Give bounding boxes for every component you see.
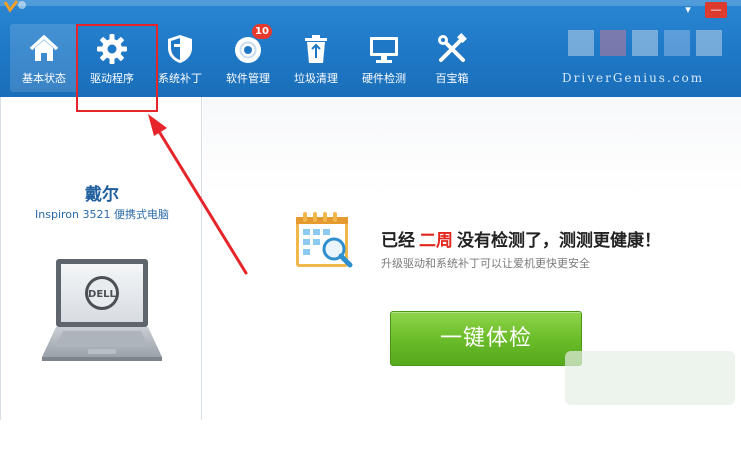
- device-info-panel: 戴尔 Inspiron 3521 便携式电脑 DELL: [0, 97, 202, 420]
- one-click-check-button[interactable]: 一键体检: [390, 311, 582, 366]
- toolbar-item-label: 基本状态: [22, 72, 66, 85]
- toolbar-item-label: 系统补丁: [158, 72, 202, 85]
- toolbar-item-label: 垃圾清理: [294, 72, 338, 85]
- update-count-badge: 10: [252, 24, 272, 39]
- toolbar-item-basic-status[interactable]: 基本状态: [10, 24, 78, 92]
- window-menu-button[interactable]: ▾: [677, 2, 699, 18]
- laptop-image: DELL: [42, 259, 162, 361]
- toolbar-item-junk-cleanup[interactable]: 垃圾清理: [282, 24, 350, 92]
- blur-block: [632, 30, 658, 56]
- app-logo-icon: [3, 0, 26, 13]
- headline-suffix: 没有检测了，测测更健康！: [457, 231, 661, 251]
- device-brand: 戴尔: [85, 185, 119, 205]
- toolbar-item-toolbox[interactable]: 百宝箱: [418, 24, 486, 92]
- blur-block: [696, 30, 722, 56]
- toolbar-item-hardware-detection[interactable]: 硬件检测: [350, 24, 418, 92]
- toolbar-sheen: [0, 0, 741, 6]
- tools-icon: [438, 33, 467, 62]
- svg-text:DELL: DELL: [88, 289, 117, 300]
- status-subline: 升级驱动和系统补丁可以让爱机更快更安全: [381, 257, 590, 270]
- bottom-margin: [0, 420, 741, 450]
- annotation-highlight-box: [76, 24, 158, 112]
- recycle-bin-icon: [305, 35, 327, 63]
- toolbar-item-label: 百宝箱: [435, 72, 469, 85]
- home-icon: [29, 35, 59, 61]
- status-headline: 已经 二周 没有检测了，测测更健康！: [381, 226, 661, 251]
- headline-prefix: 已经: [381, 231, 415, 251]
- toolbar-item-label: 软件管理: [226, 72, 270, 85]
- blur-block: [664, 30, 690, 56]
- site-name: DriverGenius.com: [562, 71, 705, 85]
- window-controls: ▾ —: [677, 2, 727, 18]
- shield-icon: [168, 35, 192, 63]
- brand-logo-blurred: [568, 30, 728, 68]
- device-model: Inspiron 3521 便携式电脑: [35, 208, 169, 221]
- blur-block: [568, 30, 594, 56]
- window-close-button[interactable]: —: [705, 2, 727, 18]
- blur-block: [600, 30, 626, 56]
- monitor-icon: [370, 37, 398, 63]
- calendar-search-icon: [296, 212, 353, 268]
- status-panel: 已经 二周 没有检测了，测测更健康！ 升级驱动和系统补丁可以让爱机更快更安全 一键体…: [203, 97, 741, 420]
- headline-highlight: 二周: [419, 231, 453, 251]
- toolbar-item-software-manager[interactable]: 10 软件管理: [214, 24, 282, 92]
- watermark-blurred: [565, 351, 735, 405]
- toolbar-item-label: 硬件检测: [362, 72, 406, 85]
